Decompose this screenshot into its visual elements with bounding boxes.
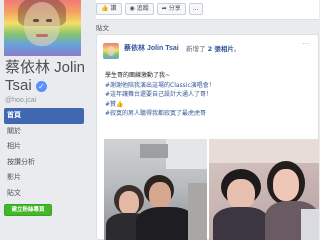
post-photo-1[interactable] [104, 139, 207, 240]
like-button[interactable]: 👍 讚 [96, 3, 122, 15]
share-button[interactable]: ➦ 分享 [156, 3, 186, 15]
post-photo-2[interactable] [209, 139, 319, 240]
post-hashtag-line[interactable]: #贊👍 [105, 100, 315, 110]
left-sidebar: 蔡依林 Jolin Tsai ✓ @hoo.jcai 首頁 關於 相片 按讚分析… [0, 0, 92, 240]
post-hashtag-line[interactable]: #謝謝他陪我演出這場的Classic演唱會！ [105, 81, 315, 91]
post-card: 蔡依林 Jolin Tsai 新增了 2 張相片。 ··· 學生哥的團練激動了我… [96, 34, 319, 240]
nav-item-photos[interactable]: 相片 [4, 139, 84, 155]
post-author-link[interactable]: 蔡依林 Jolin Tsai [124, 43, 179, 53]
post-author-avatar[interactable] [103, 43, 119, 59]
page-nav: 首頁 關於 相片 按讚分析 影片 貼文 [4, 108, 84, 201]
post-action-count[interactable]: 2 張相片 [208, 45, 234, 53]
nav-item-posts[interactable]: 貼文 [4, 186, 84, 202]
nav-item-likes[interactable]: 按讚分析 [4, 155, 84, 171]
post-hashtag-line[interactable]: #寂寞的男人聽得我都寂寞了最虎虎哥 [105, 109, 315, 119]
like-label: 讚 [110, 5, 117, 12]
more-button[interactable]: ... [188, 3, 203, 15]
post-hashtag-line[interactable]: #這年讓舞台還要自己設計大通人了哥！ [105, 90, 315, 100]
post-action-text: 新增了 2 張相片。 [186, 43, 240, 53]
nav-item-about[interactable]: 關於 [4, 124, 84, 140]
nav-item-home[interactable]: 首頁 [4, 108, 84, 124]
post-body: 學生哥的團練激動了我~ #謝謝他陪我演出這場的Classic演唱會！ #這年讓舞… [105, 71, 315, 119]
posts-section-title: 貼文 [96, 24, 109, 32]
nav-item-videos[interactable]: 影片 [4, 170, 84, 186]
follow-label: 追蹤 [136, 5, 149, 12]
post-line: 學生哥的團練激動了我~ [105, 72, 171, 79]
post-options-icon[interactable]: ··· [300, 41, 312, 49]
thumbs-up-icon: 👍 [101, 5, 109, 12]
page-name: 蔡依林 Jolin Tsai ✓ [5, 59, 91, 95]
share-label: 分享 [168, 5, 181, 12]
page-handle[interactable]: @hoo.jcai [5, 97, 36, 104]
action-bar: 👍 讚 ◉ 追蹤 ➦ 分享 ... [96, 0, 319, 20]
follow-button[interactable]: ◉ 追蹤 [124, 3, 154, 15]
rss-icon: ◉ [129, 5, 135, 12]
profile-picture[interactable] [4, 0, 81, 56]
create-page-button[interactable]: 建立粉絲專頁 [4, 204, 52, 216]
share-arrow-icon: ➦ [161, 5, 167, 12]
post-action-prefix: 新增了 [186, 45, 206, 53]
post-action-suffix: 。 [233, 45, 241, 53]
verified-check-icon: ✓ [35, 81, 47, 92]
